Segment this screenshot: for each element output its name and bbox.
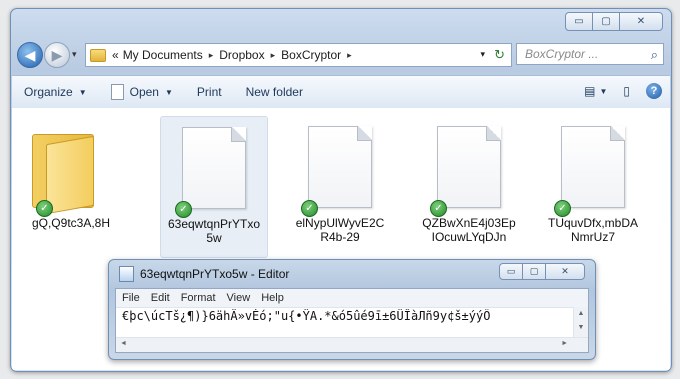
command-bar: Organize ▼ Open ▼ Print New folder ▤ ▼ ▯… bbox=[12, 75, 670, 109]
chevron-right-icon[interactable]: ▸ bbox=[271, 50, 276, 61]
breadcrumb-boxcryptor[interactable]: BoxCryptor bbox=[281, 48, 341, 62]
file-item[interactable]: ✓ elNypUlWyvE2CR4b-29 bbox=[287, 116, 393, 256]
open-label: Open bbox=[129, 85, 159, 99]
editor-titlebar: 63eqwtqnPrYTxo5w - Editor bbox=[119, 266, 289, 282]
breadcrumb-my-documents[interactable]: My Documents bbox=[123, 48, 203, 62]
editor-title: 63eqwtqnPrYTxo5w - Editor bbox=[140, 267, 290, 281]
editor-menubar: File Edit Format View Help bbox=[116, 289, 588, 308]
scroll-up-icon[interactable]: ▲ bbox=[574, 307, 588, 321]
menu-format[interactable]: Format bbox=[181, 292, 216, 304]
view-controls: ▤ ▼ ▯ ? bbox=[574, 83, 662, 99]
search-input[interactable]: BoxCryptor ... ⌕ bbox=[516, 43, 664, 65]
sync-check-icon: ✓ bbox=[554, 200, 571, 217]
editor-close-button[interactable]: ✕ bbox=[545, 263, 585, 280]
scroll-left-icon[interactable]: ◄ bbox=[120, 340, 127, 347]
address-row: ◀ ▶ ▾ « My Documents ▸ Dropbox ▸ BoxCryp… bbox=[17, 42, 665, 68]
print-button[interactable]: Print bbox=[185, 85, 234, 99]
item-name: TUquvDfx,mbDANmrUz7 bbox=[547, 216, 639, 244]
close-button[interactable]: ✕ bbox=[619, 12, 663, 31]
folder-icon bbox=[90, 48, 106, 62]
file-item[interactable]: ✓ TUquvDfx,mbDANmrUz7 bbox=[540, 116, 646, 256]
chevron-right-icon[interactable]: ▸ bbox=[209, 50, 214, 61]
breadcrumb-dropbox[interactable]: Dropbox bbox=[219, 48, 264, 62]
dropdown-arrow-icon: ▼ bbox=[164, 87, 173, 97]
scroll-down-icon[interactable]: ▼ bbox=[574, 321, 588, 335]
chevron-right-icon[interactable]: ▸ bbox=[347, 50, 352, 61]
open-button[interactable]: Open ▼ bbox=[99, 84, 185, 100]
views-dropdown-icon[interactable]: ▼ bbox=[599, 87, 607, 96]
forward-button[interactable]: ▶ bbox=[44, 42, 70, 68]
organize-label: Organize bbox=[24, 85, 73, 99]
editor-window: 63eqwtqnPrYTxo5w - Editor ▭ ▢ ✕ File Edi… bbox=[108, 259, 596, 360]
preview-pane-icon[interactable]: ▯ bbox=[623, 84, 630, 98]
maximize-button[interactable]: ▢ bbox=[592, 12, 620, 31]
search-icon[interactable]: ⌕ bbox=[651, 47, 658, 63]
folder-icon bbox=[32, 130, 106, 215]
sync-check-icon: ✓ bbox=[301, 200, 318, 217]
item-name: gQ,Q9tc3A,8H bbox=[31, 216, 111, 230]
views-icon[interactable]: ▤ bbox=[584, 84, 595, 98]
minimize-button[interactable]: ▭ bbox=[565, 12, 593, 31]
history-dropdown-icon[interactable]: ▾ bbox=[72, 49, 77, 60]
file-item[interactable]: ✓ QZBwXnE4j03EpIOcuwLYqDJn bbox=[416, 116, 522, 256]
new-folder-button[interactable]: New folder bbox=[234, 85, 315, 99]
file-item[interactable]: ✓ 63eqwtqnPrYTxo5w bbox=[160, 116, 268, 258]
menu-edit[interactable]: Edit bbox=[151, 292, 170, 304]
search-placeholder: BoxCryptor ... bbox=[525, 47, 599, 61]
document-icon bbox=[110, 84, 124, 100]
breadcrumb-overflow[interactable]: « bbox=[112, 48, 119, 62]
new-folder-label: New folder bbox=[245, 85, 303, 99]
horizontal-scrollbar[interactable]: ◄ ► bbox=[116, 337, 588, 352]
sync-check-icon: ✓ bbox=[175, 201, 192, 218]
organize-button[interactable]: Organize ▼ bbox=[12, 85, 99, 99]
editor-text-area[interactable]: €þc\úcTš¿¶)}6ähÄ»vÉó;"u{•ŸA.*&ó5ûé9ī±6ÜÎ… bbox=[122, 309, 570, 323]
file-icon bbox=[182, 127, 246, 209]
print-label: Print bbox=[196, 85, 222, 99]
folder-item[interactable]: ✓ gQ,Q9tc3A,8H bbox=[18, 116, 124, 256]
back-button[interactable]: ◀ bbox=[17, 42, 43, 68]
editor-window-controls: ▭ ▢ ✕ bbox=[499, 263, 585, 280]
file-icon bbox=[561, 126, 625, 208]
sync-check-icon: ✓ bbox=[36, 200, 53, 217]
editor-maximize-button[interactable]: ▢ bbox=[522, 263, 546, 280]
editor-minimize-button[interactable]: ▭ bbox=[499, 263, 523, 280]
sync-check-icon: ✓ bbox=[430, 200, 447, 217]
address-dropdown-icon[interactable]: ▾ bbox=[480, 49, 485, 60]
address-bar[interactable]: « My Documents ▸ Dropbox ▸ BoxCryptor ▸ … bbox=[85, 43, 512, 67]
help-icon[interactable]: ? bbox=[646, 83, 662, 99]
vertical-scrollbar[interactable]: ▲ ▼ bbox=[573, 307, 588, 338]
file-icon bbox=[308, 126, 372, 208]
file-icon bbox=[437, 126, 501, 208]
dropdown-arrow-icon: ▼ bbox=[78, 87, 87, 97]
editor-body: File Edit Format View Help €þc\úcTš¿¶)}6… bbox=[115, 288, 589, 353]
menu-view[interactable]: View bbox=[227, 292, 251, 304]
menu-file[interactable]: File bbox=[122, 292, 140, 304]
item-name: elNypUlWyvE2CR4b-29 bbox=[295, 216, 385, 244]
notepad-icon bbox=[119, 266, 134, 282]
window-controls: ▭ ▢ ✕ bbox=[565, 12, 663, 31]
scroll-right-icon[interactable]: ► bbox=[561, 340, 568, 347]
menu-help[interactable]: Help bbox=[261, 292, 284, 304]
item-name: QZBwXnE4j03EpIOcuwLYqDJn bbox=[422, 216, 516, 244]
refresh-icon[interactable]: ↻ bbox=[494, 47, 505, 63]
item-name: 63eqwtqnPrYTxo5w bbox=[167, 217, 261, 245]
